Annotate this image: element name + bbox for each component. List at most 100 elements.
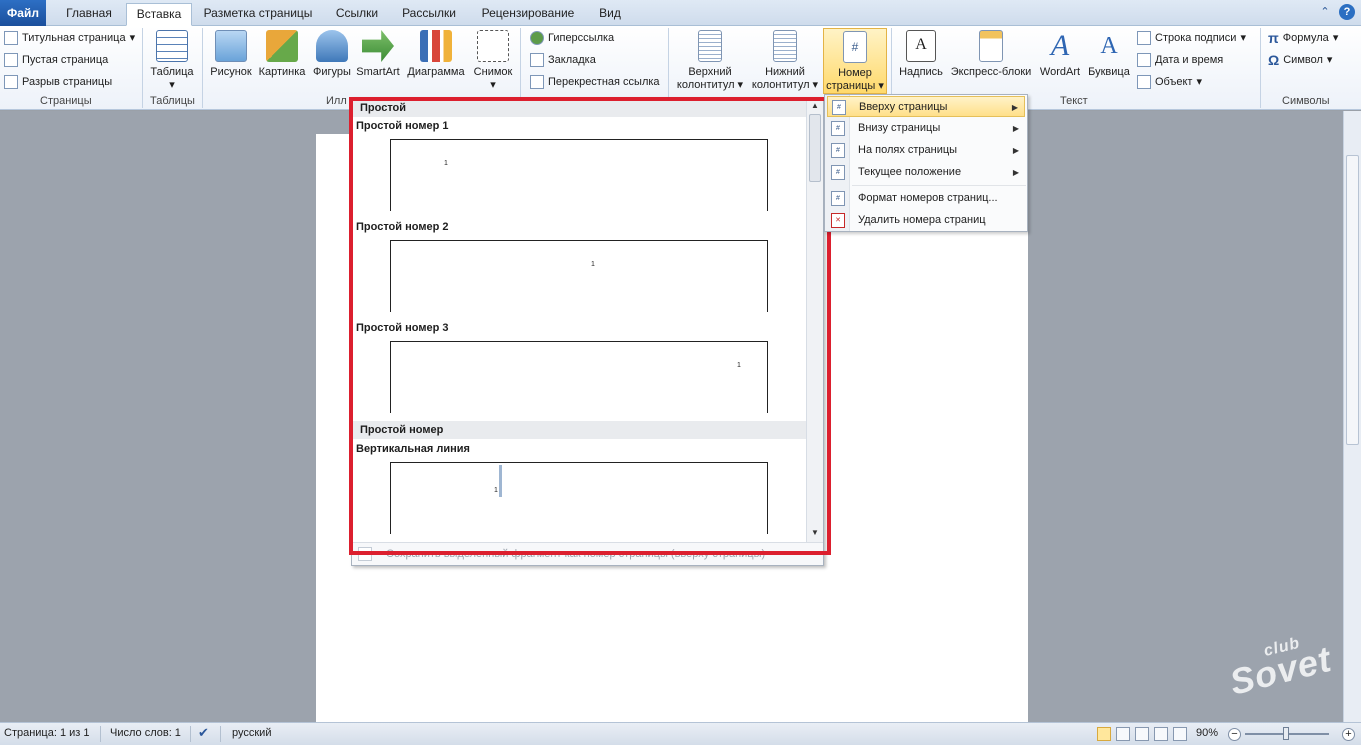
full-screen-reading-icon[interactable] [1116, 727, 1130, 741]
help-icon[interactable]: ? [1339, 4, 1355, 20]
smartart-button[interactable]: SmartArt [354, 28, 402, 94]
scroll-down-icon[interactable]: ▼ [808, 526, 822, 540]
bookmark-button[interactable]: Закладка [530, 50, 596, 70]
group-separator [520, 28, 521, 108]
page-number-preview: 1 [737, 362, 741, 369]
spelling-check-icon[interactable]: ✔ [198, 725, 209, 741]
menu-item-page-margins[interactable]: # На полях страницы ▶ [827, 140, 1025, 161]
object-button[interactable]: Объект ▾ [1137, 72, 1202, 92]
vertical-line-preview [499, 465, 502, 497]
chart-button[interactable]: Диаграмма [404, 28, 468, 94]
table-button[interactable]: Таблица ▾ [148, 28, 196, 94]
screenshot-button[interactable]: Снимок ▾ [470, 28, 516, 94]
group-separator [202, 28, 203, 108]
gallery-item-simple-2[interactable]: 1 [390, 240, 768, 312]
crossref-button[interactable]: Перекрестная ссылка [530, 72, 660, 92]
gallery-item-simple-1[interactable]: 1 [390, 139, 768, 211]
print-layout-view-icon[interactable] [1097, 727, 1111, 741]
status-separator [190, 726, 191, 742]
group-label-illustrations: Илл [326, 95, 347, 107]
scrollbar-thumb[interactable] [1346, 155, 1359, 445]
ribbon-tab-bar: Файл Главная Вставка Разметка страницы С… [0, 0, 1361, 26]
gallery-item-title: Простой номер 1 [356, 120, 449, 132]
language-status[interactable]: русский [232, 727, 271, 739]
menu-item-current-position[interactable]: # Текущее положение ▶ [827, 162, 1025, 183]
gallery-item-vertical-line[interactable]: 1 [390, 462, 768, 534]
page-number-icon: # [843, 31, 867, 63]
word-count-status[interactable]: Число слов: 1 [110, 727, 181, 739]
submenu-arrow-icon: ▶ [1012, 168, 1019, 177]
tab-home[interactable]: Главная [54, 3, 124, 26]
shapes-button[interactable]: Фигуры [310, 28, 354, 94]
zoom-in-icon[interactable]: + [1342, 728, 1355, 741]
table-icon [156, 30, 188, 62]
menu-item-format-page-numbers[interactable]: # Формат номеров страниц... [827, 188, 1025, 209]
zoom-level[interactable]: 90% [1196, 727, 1218, 739]
gallery-scrollbar[interactable]: ▲ ▼ [806, 98, 823, 542]
blank-page-button[interactable]: Пустая страница [4, 50, 108, 70]
omega-icon: Ω [1268, 52, 1280, 68]
status-bar: Страница: 1 из 1 Число слов: 1 ✔ русский… [0, 722, 1361, 745]
zoom-out-icon[interactable]: − [1228, 728, 1241, 741]
formula-button[interactable]: π Формула ▾ [1268, 28, 1338, 48]
tab-file[interactable]: Файл [0, 0, 46, 26]
gallery-item-title: Простой номер 2 [356, 221, 449, 233]
tab-view[interactable]: Вид [592, 3, 628, 26]
screenshot-icon [477, 30, 509, 62]
group-label-tables: Таблицы [150, 95, 195, 107]
vertical-scrollbar[interactable] [1343, 111, 1361, 722]
tab-mailings[interactable]: Рассылки [394, 3, 464, 26]
save-selection-as-page-number[interactable]: Сохранить выделенный фрагмент как номер … [352, 542, 823, 565]
picture-icon [215, 30, 247, 62]
gallery-item-simple-3[interactable]: 1 [390, 341, 768, 413]
menu-item-remove-page-numbers[interactable]: ✕ Удалить номера страниц [827, 210, 1025, 231]
draft-view-icon[interactable] [1173, 727, 1187, 741]
dropcap-button[interactable]: A Буквица [1084, 28, 1134, 94]
textbox-icon: A [906, 30, 936, 62]
page-break-button[interactable]: Разрыв страницы [4, 72, 112, 92]
bookmark-icon [530, 53, 544, 67]
crossref-icon [530, 75, 544, 89]
minimize-ribbon-icon[interactable]: ⌃ [1317, 4, 1333, 20]
tab-review[interactable]: Рецензирование [470, 3, 586, 26]
format-page-numbers-icon: # [831, 191, 845, 206]
wordart-button[interactable]: A WordArt [1036, 28, 1084, 94]
page-count-status[interactable]: Страница: 1 из 1 [4, 727, 90, 739]
clipart-button[interactable]: Картинка [256, 28, 308, 94]
tab-references[interactable]: Ссылки [328, 3, 386, 26]
datetime-button[interactable]: Дата и время [1137, 50, 1223, 70]
wordart-icon: A [1050, 29, 1070, 62]
object-icon [1137, 75, 1151, 89]
title-page-button[interactable]: Титульная страница ▾ [4, 28, 135, 48]
symbol-button[interactable]: Ω Символ ▾ [1268, 50, 1332, 70]
page-number-gallery: Простой Простой номер 1 1 Простой номер … [351, 97, 824, 566]
menu-item-top-of-page[interactable]: # Вверху страницы ▶ [827, 96, 1025, 117]
group-label-symbols: Символы [1282, 95, 1330, 107]
header-button[interactable]: Верхний колонтитул ▾ [672, 28, 748, 94]
picture-button[interactable]: Рисунок [206, 28, 256, 94]
group-label-text: Текст [1060, 95, 1088, 107]
page-number-preview: 1 [444, 160, 448, 167]
signature-line-button[interactable]: Строка подписи ▾ [1137, 28, 1246, 48]
signature-icon [1137, 31, 1151, 45]
gallery-item-title: Простой номер 3 [356, 322, 449, 334]
menu-item-bottom-of-page[interactable]: # Внизу страницы ▶ [827, 118, 1025, 139]
textbox-button[interactable]: A Надпись [896, 28, 946, 94]
page-break-icon [4, 75, 18, 89]
save-gallery-icon [358, 547, 372, 561]
scroll-up-icon[interactable]: ▲ [808, 99, 822, 113]
page-top-icon: # [832, 100, 846, 115]
remove-page-numbers-icon: ✕ [831, 213, 845, 228]
footer-button[interactable]: Нижний колонтитул ▾ [748, 28, 822, 94]
outline-view-icon[interactable] [1154, 727, 1168, 741]
tab-insert[interactable]: Вставка [126, 3, 192, 26]
current-position-icon: # [831, 165, 845, 180]
hyperlink-button[interactable]: Гиперссылка [530, 28, 614, 48]
tab-page-layout[interactable]: Разметка страницы [196, 3, 320, 26]
quickparts-button[interactable]: Экспресс-блоки [948, 28, 1034, 94]
web-layout-icon[interactable] [1135, 727, 1149, 741]
gallery-scroll-thumb[interactable] [809, 114, 821, 182]
submenu-arrow-icon: ▶ [1012, 124, 1019, 133]
zoom-slider-knob[interactable] [1283, 727, 1289, 740]
page-number-button[interactable]: # Номер страницы ▾ [823, 28, 887, 94]
